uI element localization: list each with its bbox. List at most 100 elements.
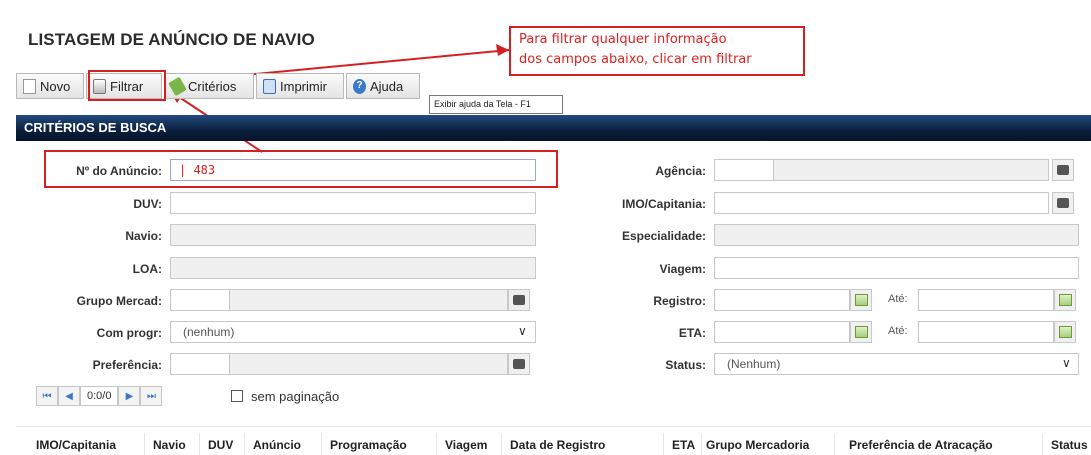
status-label: Status: bbox=[665, 358, 706, 372]
prev-page-button[interactable]: ◀ bbox=[58, 386, 80, 406]
duv-label: DUV: bbox=[133, 197, 162, 211]
eta-ate-label: Até: bbox=[888, 325, 908, 337]
status-select[interactable]: (Nenhum) bbox=[714, 353, 1079, 375]
column-divider bbox=[663, 433, 664, 455]
column-header[interactable]: Grupo Mercadoria bbox=[706, 438, 809, 452]
page-count: 0:0/0 bbox=[80, 386, 119, 406]
registro-ate-label: Até: bbox=[888, 293, 908, 305]
agencia-label: Agência: bbox=[655, 164, 706, 178]
navio-label: Navio: bbox=[125, 229, 162, 243]
column-divider bbox=[199, 433, 200, 455]
imo-capitania-label: IMO/Capitania: bbox=[621, 197, 706, 211]
column-divider bbox=[436, 433, 437, 455]
help-icon: ? bbox=[353, 78, 366, 94]
especialidade-input[interactable] bbox=[714, 224, 1079, 246]
chevron-down-icon: ∨ bbox=[518, 324, 527, 338]
viagem-input[interactable] bbox=[714, 257, 1079, 279]
column-divider bbox=[701, 433, 702, 455]
calendar-icon bbox=[854, 294, 868, 306]
toolbar: Novo Filtrar Critérios Imprimir ? Ajuda bbox=[16, 73, 420, 99]
binoculars-icon bbox=[1057, 165, 1069, 175]
criterios-button[interactable]: Critérios bbox=[164, 73, 254, 99]
page-title: LISTAGEM DE ANÚNCIO DE NAVIO bbox=[28, 30, 315, 49]
eta-from-calendar-button[interactable] bbox=[850, 321, 872, 343]
column-header[interactable]: Status bbox=[1051, 438, 1088, 452]
column-header[interactable]: IMO/Capitania bbox=[36, 438, 116, 452]
agencia-desc bbox=[773, 159, 1049, 181]
calendar-icon bbox=[854, 326, 868, 338]
registro-to-input[interactable] bbox=[918, 289, 1054, 311]
column-header[interactable]: DUV bbox=[208, 438, 233, 452]
column-header[interactable]: Programação bbox=[330, 438, 407, 452]
imo-capitania-search-button[interactable] bbox=[1052, 192, 1074, 214]
printer-icon bbox=[263, 78, 276, 94]
column-header[interactable]: Navio bbox=[153, 438, 186, 452]
sem-paginacao-label: sem paginação bbox=[251, 389, 340, 404]
table-header: IMO/Capitania Navio DUV Anúncio Programa… bbox=[16, 426, 1091, 455]
annotation-callout: Para filtrar qualquer informação dos cam… bbox=[509, 26, 805, 76]
eta-label: ETA: bbox=[678, 326, 706, 340]
sem-paginacao-checkbox[interactable] bbox=[231, 390, 243, 402]
binoculars-icon bbox=[513, 295, 525, 305]
binoculars-icon bbox=[513, 359, 525, 369]
calendar-icon bbox=[1058, 294, 1072, 306]
document-icon bbox=[23, 78, 36, 94]
eta-to-calendar-button[interactable] bbox=[1054, 321, 1076, 343]
especialidade-label: Especialidade: bbox=[621, 229, 706, 243]
preferencia-desc bbox=[229, 353, 508, 375]
grupo-mercad-search-button[interactable] bbox=[508, 289, 530, 311]
next-page-button[interactable]: ▶ bbox=[118, 386, 141, 406]
filtrar-highlight bbox=[88, 70, 166, 101]
first-page-button[interactable]: ⏮ bbox=[36, 386, 58, 406]
last-page-button[interactable]: ⏭ bbox=[140, 386, 163, 406]
registro-from-calendar-button[interactable] bbox=[850, 289, 872, 311]
ajuda-label: Ajuda bbox=[370, 78, 404, 94]
column-divider bbox=[834, 433, 835, 455]
imprimir-button[interactable]: Imprimir bbox=[256, 73, 344, 99]
annotation-line-1: Para filtrar qualquer informação bbox=[519, 32, 727, 47]
registro-to-calendar-button[interactable] bbox=[1054, 289, 1076, 311]
novo-label: Novo bbox=[40, 78, 71, 94]
registro-from-input[interactable] bbox=[714, 289, 850, 311]
help-tooltip: Exibir ajuda da Tela - F1 bbox=[429, 95, 563, 114]
preferencia-code-input[interactable] bbox=[170, 353, 230, 375]
section-header: CRITÉRIOS DE BUSCA bbox=[16, 115, 1091, 141]
pager: ⏮ ◀ 0:0/0 ▶ ⏭ bbox=[36, 386, 163, 406]
num-anuncio-highlight bbox=[44, 150, 558, 188]
eta-from-input[interactable] bbox=[714, 321, 850, 343]
column-header[interactable]: Data de Registro bbox=[510, 438, 605, 452]
column-divider bbox=[321, 433, 322, 455]
com-progr-select[interactable]: (nenhum) bbox=[170, 321, 536, 343]
registro-label: Registro: bbox=[653, 294, 706, 308]
loa-input[interactable] bbox=[170, 257, 536, 279]
imo-capitania-input[interactable] bbox=[714, 192, 1049, 214]
column-divider bbox=[144, 433, 145, 455]
binoculars-icon bbox=[1057, 198, 1069, 208]
novo-button[interactable]: Novo bbox=[16, 73, 84, 99]
grupo-mercad-label: Grupo Mercad: bbox=[76, 294, 162, 308]
grupo-mercad-code-input[interactable] bbox=[170, 289, 230, 311]
column-header[interactable]: Preferência de Atracação bbox=[849, 438, 993, 452]
column-header[interactable]: Viagem bbox=[445, 438, 487, 452]
duv-input[interactable] bbox=[170, 192, 536, 214]
preferencia-search-button[interactable] bbox=[508, 353, 530, 375]
tag-icon bbox=[168, 76, 187, 96]
calendar-icon bbox=[1058, 326, 1072, 338]
column-divider bbox=[501, 433, 502, 455]
ajuda-button[interactable]: ? Ajuda bbox=[346, 73, 420, 99]
annotation-line-2: dos campos abaixo, clicar em filtrar bbox=[519, 52, 752, 67]
chevron-down-icon: ∨ bbox=[1062, 356, 1071, 370]
column-header[interactable]: ETA bbox=[672, 438, 695, 452]
com-progr-label: Com progr: bbox=[96, 326, 162, 340]
column-header[interactable]: Anúncio bbox=[253, 438, 301, 452]
criterios-label: Critérios bbox=[188, 78, 237, 94]
viagem-label: Viagem: bbox=[659, 262, 706, 276]
grupo-mercad-desc bbox=[229, 289, 508, 311]
imprimir-label: Imprimir bbox=[280, 78, 327, 94]
eta-to-input[interactable] bbox=[918, 321, 1054, 343]
top-border bbox=[0, 0, 1091, 6]
agencia-code-input[interactable] bbox=[714, 159, 774, 181]
navio-input[interactable] bbox=[170, 224, 536, 246]
agencia-search-button[interactable] bbox=[1052, 159, 1074, 181]
preferencia-label: Preferência: bbox=[92, 358, 162, 372]
